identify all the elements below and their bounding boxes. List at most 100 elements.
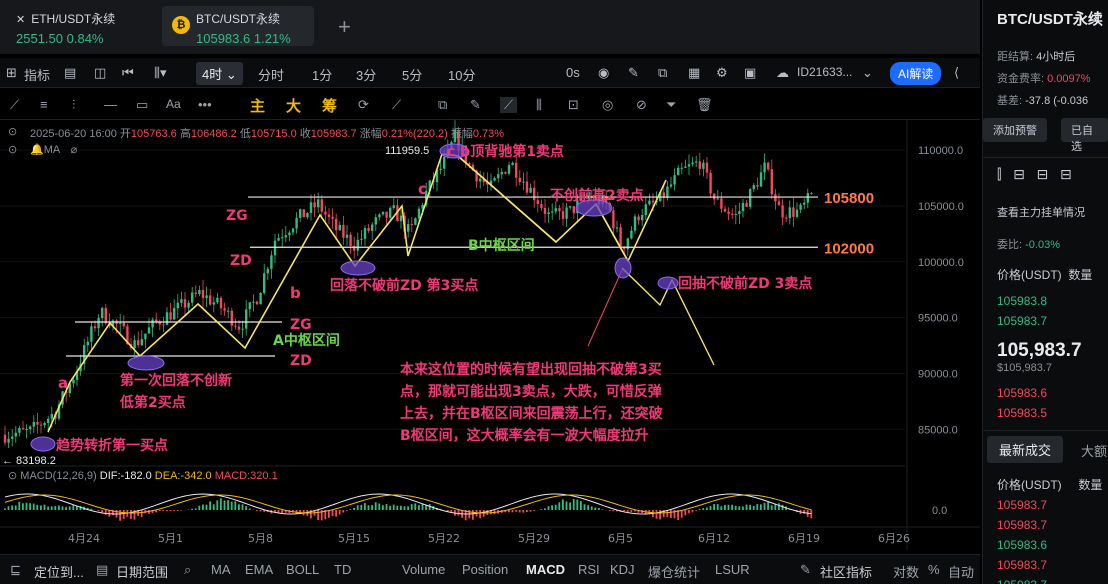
cloud-icon[interactable]: ☁ — [776, 65, 789, 81]
trash-icon[interactable]: 🗑 — [696, 97, 713, 113]
ind-ema[interactable]: EMA — [245, 562, 273, 577]
ind-volume[interactable]: Volume — [402, 562, 445, 577]
chips-button[interactable]: 筹 — [322, 95, 337, 116]
pencil-icon[interactable]: ✎ — [470, 97, 481, 113]
add-alert-button[interactable]: 添加预警 — [983, 118, 1047, 142]
interval-0s[interactable]: 0s — [566, 65, 580, 80]
candle-body — [720, 198, 723, 209]
chevron-down-icon[interactable]: ⌄ — [862, 65, 873, 81]
big-order-button[interactable]: 大 — [286, 95, 301, 116]
macd-collapse-icon[interactable]: ⊙ — [8, 470, 17, 482]
macd-bar — [4, 508, 6, 510]
interval-timeline[interactable]: 分时 — [258, 65, 284, 84]
interval-1m[interactable]: 1分 — [312, 65, 332, 84]
indicator-search-icon[interactable]: ⌕ — [184, 562, 191, 578]
auto-scale[interactable]: 自动 — [948, 562, 974, 581]
edit-icon[interactable]: ✎ — [800, 562, 811, 578]
camera-icon[interactable]: ◉ — [598, 65, 609, 81]
gear-icon[interactable]: ⚙ — [716, 65, 728, 81]
add-tab-icon[interactable]: + — [338, 14, 351, 40]
tab-btc-usdt[interactable]: ₿ BTC/USDT永续 105983.6 1.21% — [162, 6, 314, 46]
ind-rsi[interactable]: RSI — [578, 562, 600, 577]
ind-kdj[interactable]: KDJ — [610, 562, 635, 577]
candle-body — [558, 208, 561, 212]
ind-liquidation[interactable]: 爆仓统计 — [648, 562, 700, 581]
hlines-icon[interactable]: ≡ — [40, 97, 48, 112]
calendar-icon[interactable]: ▤ — [64, 65, 76, 81]
ind-macd[interactable]: MACD — [526, 562, 565, 577]
grid-icon[interactable]: ⊞ — [6, 65, 17, 81]
trades-tab[interactable]: 最新成交 — [987, 436, 1064, 463]
candle-body — [342, 224, 345, 238]
replay-icon[interactable]: ◫ — [94, 65, 106, 81]
candle-body — [259, 292, 262, 305]
filter-icon[interactable]: ⏷ — [666, 97, 676, 113]
date-range-button[interactable]: 日期范围 — [116, 562, 168, 581]
candle-body — [299, 209, 302, 218]
collapse-icon[interactable]: ⊙ — [8, 125, 17, 138]
template-icon[interactable]: ▣ — [744, 65, 756, 81]
magnet-icon[interactable]: ⟋ — [500, 97, 518, 113]
close-icon[interactable]: ✕ — [16, 14, 25, 26]
draw-icon[interactable]: ✎ — [628, 65, 639, 81]
share-icon[interactable]: ⟨ — [954, 65, 959, 81]
ind-lsur[interactable]: LSUR — [715, 562, 750, 577]
hide-icon[interactable]: ⊘ — [636, 97, 647, 113]
candle-body — [479, 178, 482, 182]
measure-icon[interactable]: ⟋ — [392, 97, 401, 113]
eye-icon[interactable]: ◎ — [602, 97, 613, 113]
ai-analysis-button[interactable]: AI解读 — [890, 62, 942, 85]
indicator-button[interactable]: 指标 — [24, 65, 50, 84]
hline-icon[interactable]: — — [104, 97, 117, 112]
locate-icon[interactable]: ⊑ — [10, 562, 21, 578]
big-trades-tab[interactable]: 大额 — [1081, 441, 1107, 460]
interval-5m[interactable]: 5分 — [402, 65, 422, 84]
macd-bar — [392, 504, 395, 510]
compare-icon[interactable]: ⧉ — [658, 65, 667, 81]
main-force-button[interactable]: 主 — [250, 95, 265, 116]
interval-10m[interactable]: 10分 — [448, 65, 475, 84]
macd-bar — [220, 498, 222, 510]
tab-eth-usdt[interactable]: ✕ ETH/USDT永续 2551.50 0.84% — [6, 6, 152, 46]
macd-bar — [760, 504, 762, 510]
ind-boll[interactable]: BOLL — [286, 562, 319, 577]
sync-icon[interactable]: ⟳ — [358, 97, 369, 113]
chart-type-icon[interactable]: ⫼▾ — [154, 65, 167, 81]
lock-icon[interactable]: ⊡ — [568, 97, 579, 113]
watchlist-button[interactable]: 已自选 — [1061, 118, 1108, 153]
ma-indicator-label[interactable]: 🔔MA ⌀ — [30, 143, 77, 156]
calendar-small-icon[interactable]: ▤ — [96, 562, 108, 578]
orderbook-icons[interactable]: ⫿ ⊟ ⊟ ⊟ — [997, 166, 1072, 183]
point-marker — [657, 276, 679, 290]
community-indicators[interactable]: 社区指标 — [820, 562, 872, 581]
candle-body — [201, 289, 205, 299]
interval-4h[interactable]: 4时 ⌄ — [196, 62, 243, 85]
orderbook-link[interactable]: 查看主力挂单情况 — [997, 204, 1085, 220]
layout-icon[interactable]: ▦ — [688, 65, 700, 81]
vline-icon[interactable]: ⫶ — [72, 97, 75, 113]
price-chart[interactable]: 105800 102000 a b c ZG ZD ZG ZD A中枢区间 B中枢区间趋势转折第一买… — [0, 120, 980, 550]
macd-bar — [14, 505, 17, 510]
interval-3m[interactable]: 3分 — [356, 65, 376, 84]
macd-bar — [227, 500, 229, 510]
trendline-icon[interactable]: ⟋ — [10, 97, 19, 113]
log-scale[interactable]: 对数 — [893, 562, 919, 581]
rect-icon[interactable]: ▭ — [136, 97, 148, 113]
ind-td[interactable]: TD — [334, 562, 351, 577]
locate-button[interactable]: 定位到... — [34, 562, 84, 581]
candle-body — [356, 239, 359, 251]
copy-icon[interactable]: ⧉ — [438, 97, 447, 113]
collapse-ma-icon[interactable]: ⊙ — [8, 143, 17, 156]
candle-icon[interactable]: ⫼ — [536, 97, 542, 113]
more-tools-icon[interactable]: ••• — [198, 97, 212, 112]
rewind-icon[interactable]: ⏮ — [122, 65, 134, 81]
candle-body — [237, 326, 241, 330]
text-tool-icon[interactable]: Aa — [166, 97, 181, 111]
account-id[interactable]: ID21633... — [797, 65, 852, 79]
macd-bar — [58, 505, 60, 510]
ohlc-high-label: 高 — [179, 128, 191, 140]
candle-body — [641, 215, 644, 221]
percent-scale[interactable]: % — [928, 562, 940, 577]
ind-ma[interactable]: MA — [211, 562, 231, 577]
ind-position[interactable]: Position — [462, 562, 508, 577]
